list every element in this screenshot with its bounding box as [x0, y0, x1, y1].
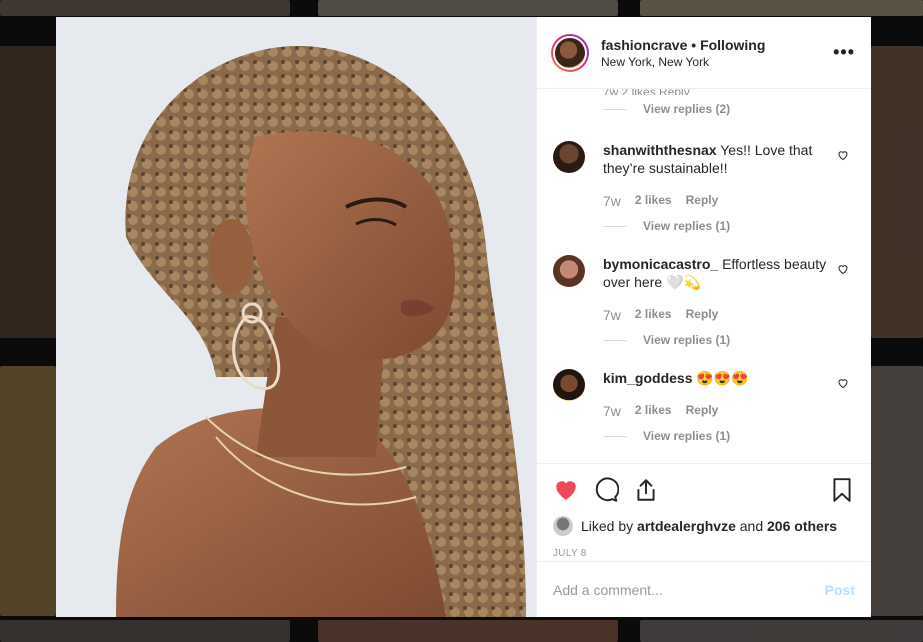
comment-bubble-icon[interactable]: [593, 477, 619, 503]
comment-username[interactable]: bymonicacastro_: [603, 256, 718, 272]
comment-meta: 7w 2 likes Reply: [603, 193, 831, 209]
post-comment-button[interactable]: Post: [825, 582, 855, 598]
comment-likes[interactable]: 2 likes: [635, 307, 672, 323]
post-photo[interactable]: [56, 17, 536, 617]
comment-time[interactable]: 7w: [603, 403, 621, 419]
comment-reply-button[interactable]: Reply: [686, 193, 719, 209]
author-username[interactable]: fashioncrave: [601, 37, 687, 53]
bookmark-icon[interactable]: [829, 477, 855, 503]
comment-avatar[interactable]: [553, 369, 585, 401]
comment-item: bymonicacastro_ Effortless beauty over h…: [553, 255, 855, 347]
liked-by-user[interactable]: artdealerghvze: [637, 518, 736, 534]
post-modal: fashioncrave • Following New York, New Y…: [56, 17, 871, 617]
follow-status-button[interactable]: Following: [700, 37, 765, 53]
comment-time[interactable]: 7w: [603, 193, 621, 209]
view-replies-button[interactable]: View replies (1): [603, 219, 831, 233]
comment-likes[interactable]: 2 likes: [635, 403, 672, 419]
comment-item: kim_goddess 😍😍😍 7w 2 likes Reply View re…: [553, 369, 855, 443]
post-side-panel: fashioncrave • Following New York, New Y…: [536, 17, 871, 617]
view-replies-button[interactable]: View replies (1): [603, 333, 831, 347]
portrait-illustration: [56, 17, 536, 617]
author-avatar[interactable]: [551, 33, 589, 72]
previous-replies: 7w 2 likes Reply View replies (2): [603, 89, 855, 116]
post-header: fashioncrave • Following New York, New Y…: [537, 17, 871, 89]
comment-avatar[interactable]: [553, 255, 585, 287]
comment-time[interactable]: 7w: [603, 307, 621, 323]
comment-username[interactable]: shanwiththesnax: [603, 142, 717, 158]
comment-username[interactable]: kim_goddess: [603, 370, 692, 386]
partial-comment-meta: 7w 2 likes Reply: [603, 89, 855, 95]
author-info: fashioncrave • Following New York, New Y…: [601, 37, 833, 69]
comments-list[interactable]: 7w 2 likes Reply View replies (2) shanwi…: [537, 89, 871, 463]
liked-by-others[interactable]: 206 others: [767, 518, 837, 534]
post-location[interactable]: New York, New York: [601, 55, 833, 69]
view-replies-button[interactable]: View replies (1): [603, 429, 831, 443]
liked-by-prefix: Liked by: [581, 518, 634, 534]
liked-by-summary[interactable]: Liked by artdealerghvze and 206 others: [553, 516, 855, 536]
comment-meta: 7w 2 likes Reply: [603, 403, 831, 419]
comment-reply-button[interactable]: Reply: [686, 307, 719, 323]
comment-reply-button[interactable]: Reply: [686, 403, 719, 419]
view-replies-button[interactable]: View replies (2): [603, 102, 855, 116]
comment-meta: 7w 2 likes Reply: [603, 307, 831, 323]
more-horizontal-icon[interactable]: •••: [833, 42, 855, 63]
liked-by-and: and: [739, 518, 764, 534]
add-comment-bar: Post: [537, 561, 871, 617]
comment-likes[interactable]: 2 likes: [635, 193, 672, 209]
comment-heart-icon[interactable]: [837, 377, 849, 389]
action-icons-row: [553, 472, 855, 508]
comment-avatar[interactable]: [553, 141, 585, 173]
comment-heart-icon[interactable]: [837, 263, 849, 275]
post-actions: Liked by artdealerghvze and 206 others J…: [537, 463, 871, 561]
comment-heart-icon[interactable]: [837, 149, 849, 161]
share-icon[interactable]: [633, 477, 659, 503]
comment-item: shanwiththesnax Yes!! Love that they’re …: [553, 141, 855, 233]
header-separator: •: [691, 36, 697, 53]
heart-filled-icon[interactable]: [553, 477, 579, 503]
post-date[interactable]: JULY 8: [553, 548, 855, 559]
liker-avatar[interactable]: [553, 516, 573, 536]
comment-text: 😍😍😍: [696, 370, 749, 386]
comment-input[interactable]: [553, 581, 825, 598]
